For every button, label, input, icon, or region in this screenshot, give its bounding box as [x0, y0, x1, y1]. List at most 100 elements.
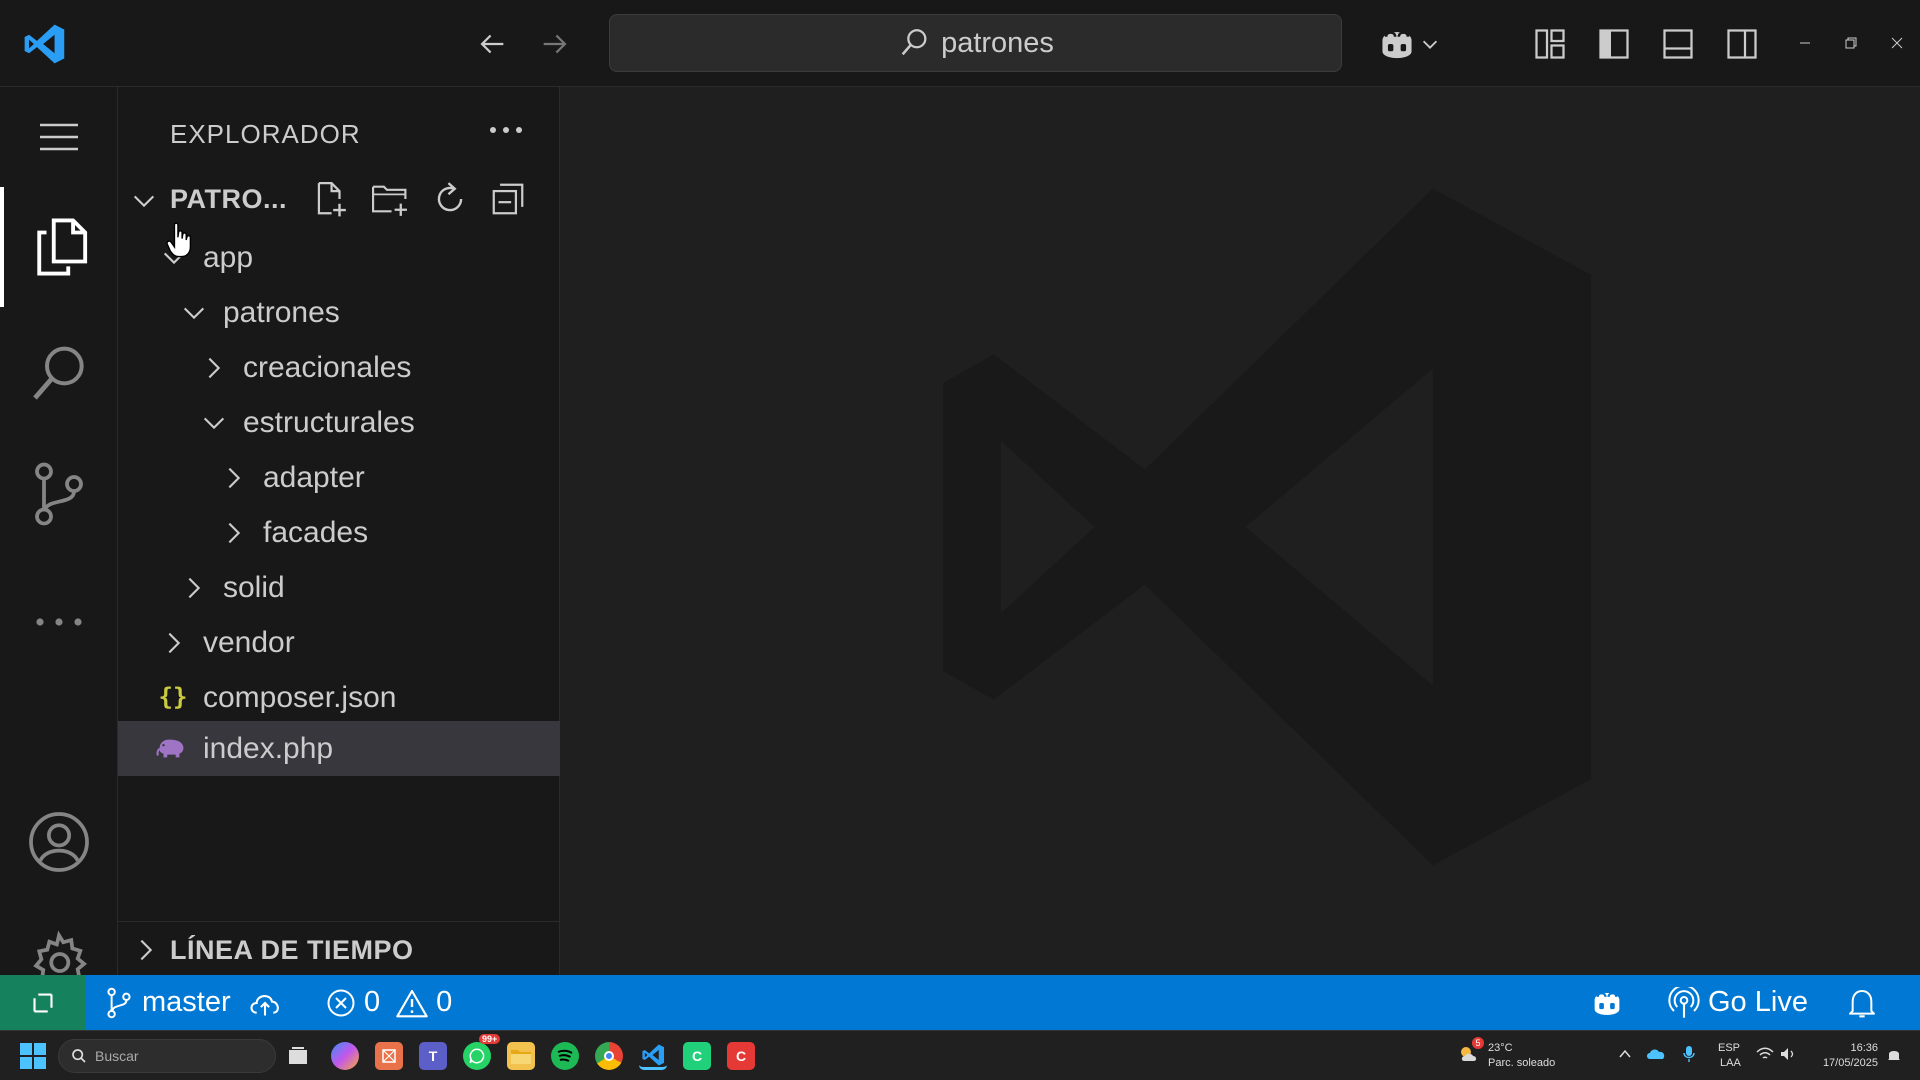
tree-folder-estructurales[interactable]: estructurales	[118, 395, 560, 450]
tree-folder-vendor[interactable]: vendor	[118, 615, 560, 670]
error-icon	[326, 988, 356, 1018]
tree-label: adapter	[263, 461, 365, 494]
git-branch-icon	[104, 987, 134, 1019]
editor-empty-area[interactable]	[560, 87, 1920, 975]
branch-name: master	[142, 986, 231, 1018]
wifi-icon[interactable]	[1756, 1047, 1774, 1061]
more-dots-icon	[34, 616, 84, 628]
orange-app-icon[interactable]	[375, 1042, 403, 1070]
activity-accounts[interactable]	[0, 787, 118, 897]
notification-badge: 99+	[479, 1034, 501, 1044]
bell-icon	[1846, 987, 1878, 1019]
chevron-right-icon	[160, 629, 188, 657]
title-bar: patrones	[0, 0, 1920, 87]
cloud-upload-icon	[247, 988, 283, 1018]
spotify-icon[interactable]	[551, 1042, 579, 1070]
chevron-down-icon	[200, 409, 228, 437]
clock-date[interactable]: 17/05/2025	[1814, 1056, 1878, 1070]
input-language-2[interactable]: LAA	[1720, 1056, 1741, 1070]
warning-icon	[396, 988, 428, 1018]
hand-cursor-icon	[166, 222, 194, 258]
tree-folder-creacionales[interactable]: creacionales	[118, 340, 560, 395]
volume-icon[interactable]	[1780, 1047, 1796, 1061]
chevron-down-icon	[180, 299, 208, 327]
toggle-primary-sidebar-icon[interactable]	[1592, 22, 1636, 66]
vscode-logo-icon	[22, 22, 66, 66]
teams-icon[interactable]: T	[419, 1042, 447, 1070]
activity-explorer[interactable]	[0, 187, 118, 307]
timeline-section-header[interactable]: LÍNEA DE TIEMPO	[118, 921, 560, 975]
file-explorer-icon[interactable]	[507, 1042, 535, 1070]
copilot-app-icon[interactable]	[331, 1042, 359, 1070]
close-window-icon[interactable]	[1882, 28, 1912, 58]
branch-status[interactable]: master	[104, 975, 283, 1030]
timeline-title: LÍNEA DE TIEMPO	[170, 935, 414, 965]
tree-folder-solid[interactable]: solid	[118, 560, 560, 615]
green-app-icon[interactable]: C	[683, 1042, 711, 1070]
copilot-icon	[1375, 24, 1419, 64]
windows-start-icon[interactable]	[20, 1043, 46, 1069]
collapse-all-icon[interactable]	[486, 177, 530, 221]
tree-folder-facades[interactable]: facades	[118, 505, 560, 560]
remote-indicator-button[interactable]	[0, 975, 86, 1030]
vscode-taskbar-icon[interactable]	[639, 1042, 667, 1070]
new-folder-icon[interactable]	[368, 177, 412, 221]
activity-bar	[0, 87, 118, 989]
tree-file-composer-json[interactable]: {} composer.json	[118, 670, 560, 725]
onedrive-icon[interactable]	[1646, 1047, 1666, 1061]
problems-status[interactable]: 0 0	[326, 975, 452, 1030]
go-live-button[interactable]: Go Live	[1668, 975, 1808, 1030]
tree-file-index-php[interactable]: index.php	[118, 721, 560, 776]
refresh-icon[interactable]	[428, 177, 472, 221]
whatsapp-icon[interactable]: 99+	[463, 1034, 501, 1070]
php-elephant-icon	[156, 733, 186, 763]
forward-arrow-icon[interactable]	[535, 24, 575, 64]
back-arrow-icon[interactable]	[472, 24, 512, 64]
chevron-right-icon	[132, 936, 160, 964]
source-control-icon	[29, 461, 89, 527]
clock-time[interactable]: 16:36	[1818, 1041, 1878, 1055]
weather-icon[interactable]: 5	[1458, 1037, 1484, 1065]
taskbar-search-box[interactable]: Buscar	[58, 1039, 276, 1073]
weather-temp: 23°C	[1488, 1042, 1513, 1054]
error-count: 0	[364, 986, 381, 1018]
tree-folder-patrones[interactable]: patrones	[118, 285, 560, 340]
restore-window-icon[interactable]	[1836, 28, 1866, 58]
toggle-panel-icon[interactable]	[1656, 22, 1700, 66]
input-language-1[interactable]: ESP	[1718, 1041, 1740, 1055]
microphone-icon[interactable]	[1682, 1045, 1696, 1063]
tree-label: index.php	[203, 732, 334, 765]
tree-label: app	[203, 241, 254, 274]
task-view-icon[interactable]	[284, 1042, 312, 1070]
activity-search[interactable]	[0, 319, 118, 429]
red-app-icon[interactable]: C	[727, 1042, 755, 1070]
workspace-folder-header[interactable]: PATRO...	[118, 175, 560, 225]
copilot-status[interactable]	[1588, 975, 1626, 1030]
activity-source-control[interactable]	[0, 439, 118, 549]
tree-folder-adapter[interactable]: adapter	[118, 450, 560, 505]
search-icon	[27, 342, 91, 406]
hamburger-menu-icon	[38, 122, 80, 152]
activity-more[interactable]	[0, 567, 118, 677]
chrome-icon[interactable]	[595, 1042, 623, 1070]
notifications-button[interactable]	[1846, 975, 1878, 1030]
new-file-icon[interactable]	[308, 177, 352, 221]
menu-button[interactable]	[0, 87, 118, 187]
customize-layout-icon[interactable]	[1528, 22, 1572, 66]
views-more-actions-icon[interactable]	[486, 115, 526, 145]
copilot-icon	[1588, 986, 1626, 1020]
command-center-search[interactable]: patrones	[609, 14, 1342, 72]
chevron-right-icon	[220, 519, 248, 547]
remote-icon	[27, 987, 59, 1019]
command-center-label: patrones	[941, 26, 1054, 59]
chevron-down-icon	[130, 187, 158, 215]
minimize-window-icon[interactable]	[1790, 28, 1820, 58]
copilot-menu-button[interactable]	[1368, 22, 1448, 66]
windows-taskbar: Buscar T 99+ C C 5 23°C Parc. soleado ES…	[0, 1030, 1920, 1080]
toggle-secondary-sidebar-icon[interactable]	[1720, 22, 1764, 66]
notification-center-icon[interactable]	[1886, 1047, 1902, 1063]
chevron-up-icon[interactable]	[1618, 1047, 1632, 1061]
tree-label: estructurales	[243, 406, 415, 439]
chevron-right-icon	[180, 574, 208, 602]
warning-count: 0	[436, 986, 453, 1018]
